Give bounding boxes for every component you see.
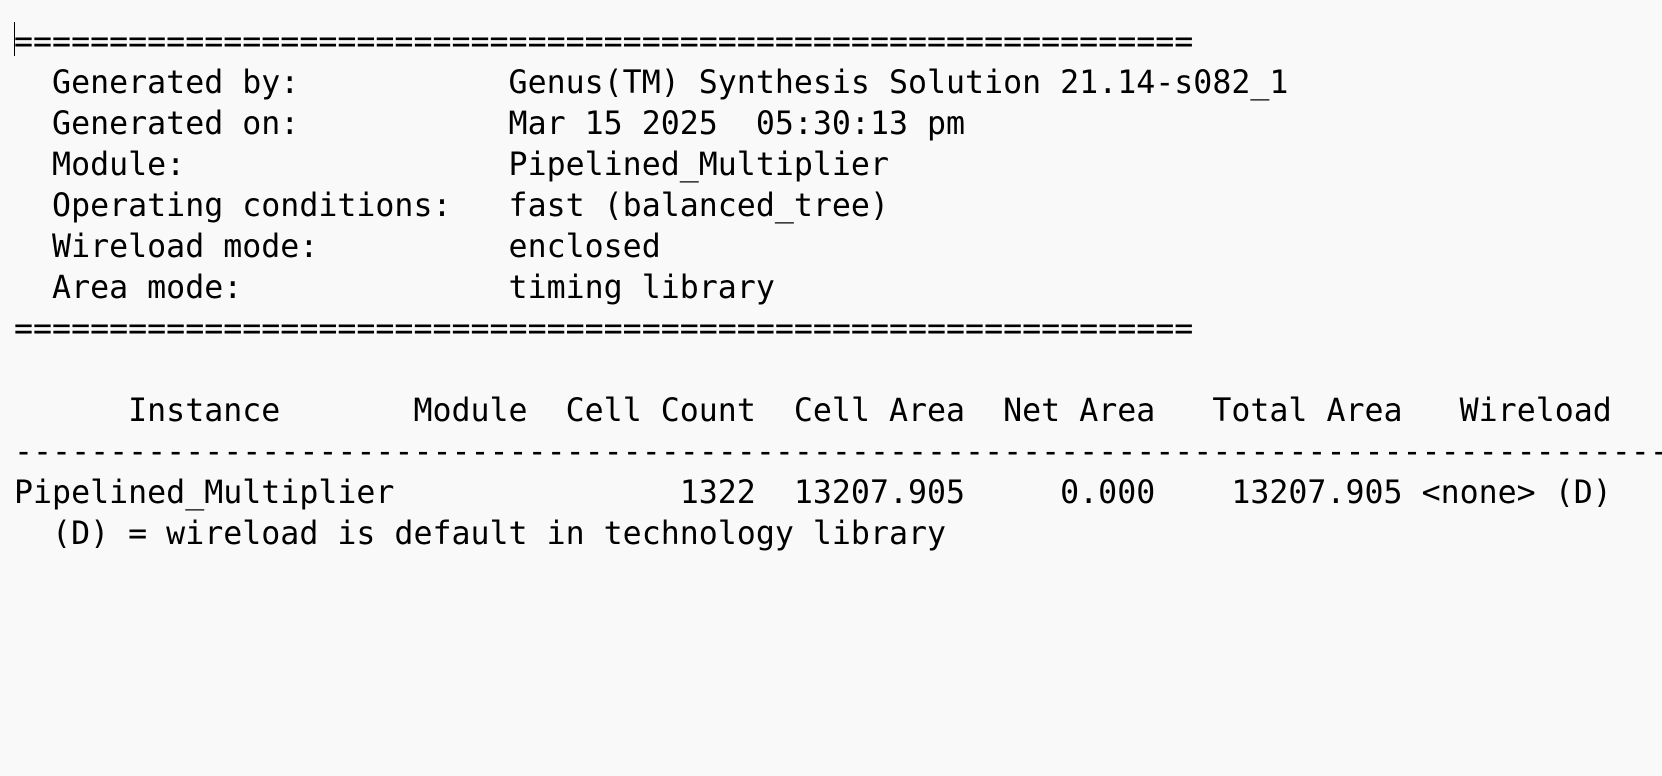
footnote: (D) = wireload is default in technology …	[52, 516, 947, 552]
area-report: ========================================…	[14, 22, 1662, 555]
table-single-rule: ----------------------------------------…	[14, 434, 1662, 470]
header-row-generated-on: Generated on: Mar 15 2025 05:30:13 pm	[14, 104, 1662, 145]
column-header-instance: Instance	[128, 393, 281, 429]
header-label: Operating conditions:	[52, 188, 452, 224]
cell-instance: Pipelined_Multiplier	[14, 475, 395, 511]
header-row-generated-by: Generated by: Genus(TM) Synthesis Solutio…	[14, 63, 1662, 104]
column-header-net-area: Net Area	[1003, 393, 1156, 429]
header-label: Generated on:	[52, 106, 300, 142]
footnote-line: (D) = wireload is default in technology …	[14, 514, 1662, 555]
cell-cell-count: 1322	[679, 475, 756, 511]
header-value: timing library	[508, 270, 775, 306]
column-header-cell-area: Cell Area	[793, 393, 966, 429]
header-value: Genus(TM) Synthesis Solution 21.14-s082_…	[508, 65, 1289, 101]
header-label: Area mode:	[52, 270, 243, 306]
column-header-total-area: Total Area	[1212, 393, 1403, 429]
table-row: Pipelined_Multiplier 1322 13207.905 0.000…	[14, 473, 1662, 514]
header-value: Pipelined_Multiplier	[508, 147, 889, 183]
header-value: fast (balanced_tree)	[508, 188, 889, 224]
cell-net-area: 0.000	[1060, 475, 1156, 511]
bottom-double-rule: ========================================…	[14, 311, 1194, 347]
table-header-row: Instance Module Cell Count Cell Area Net …	[14, 391, 1662, 432]
header-label: Generated by:	[52, 65, 300, 101]
top-double-rule: ========================================…	[14, 24, 1194, 60]
column-header-cell-count: Cell Count	[565, 393, 756, 429]
header-row-area-mode: Area mode: timing library	[14, 268, 1662, 309]
text-viewer[interactable]: ========================================…	[0, 0, 1662, 776]
cell-total-area: 13207.905	[1231, 475, 1403, 511]
header-label: Module:	[52, 147, 186, 183]
header-row-wireload-mode: Wireload mode: enclosed	[14, 227, 1662, 268]
header-value: enclosed	[508, 229, 661, 265]
cell-cell-area: 13207.905	[793, 475, 966, 511]
header-value: Mar 15 2025 05:30:13 pm	[508, 106, 966, 142]
column-header-wireload: Wireload	[1459, 393, 1612, 429]
column-header-module: Module	[413, 393, 528, 429]
cell-wireload: <none> (D)	[1421, 475, 1612, 511]
header-label: Wireload mode:	[52, 229, 319, 265]
header-row-operating-conditions: Operating conditions: fast (balanced_tree…	[14, 186, 1662, 227]
header-row-module: Module: Pipelined_Multiplier	[14, 145, 1662, 186]
